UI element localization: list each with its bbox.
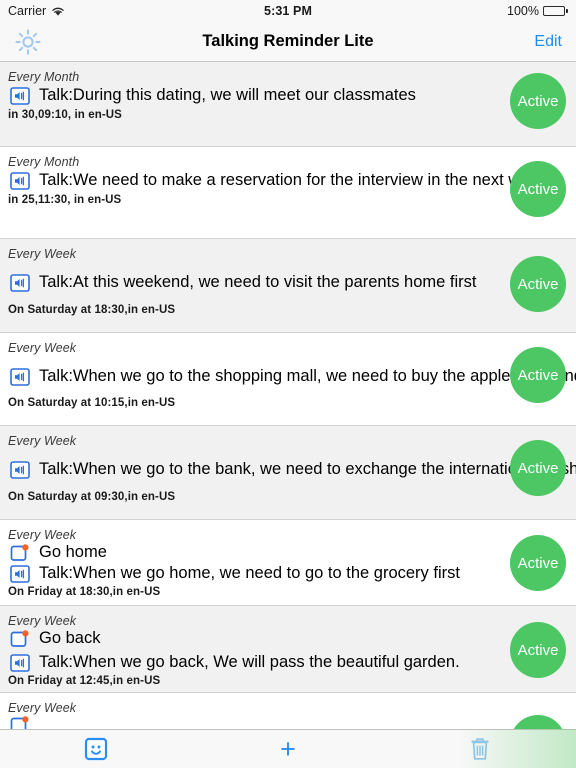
wifi-icon [52, 7, 64, 16]
talk-line: Talk:When we go to the shopping mall, we… [0, 367, 576, 386]
status-badge[interactable]: Active [510, 622, 566, 678]
reminder-row[interactable]: Every Week Go back Talk:When we go back,… [0, 606, 576, 693]
repeat-label: Every Week [8, 434, 77, 448]
status-bar-left: Carrier [8, 4, 65, 18]
status-badge[interactable]: Active [510, 440, 566, 496]
reminder-row[interactable]: Every Week Talk:At this weekend, we need… [0, 239, 576, 333]
plus-icon: + [280, 733, 296, 764]
talk-text: Talk:We need to make a reservation for t… [39, 171, 547, 189]
repeat-label: Every Month [8, 155, 80, 169]
schedule-label: in 30,09:10, in en-US [8, 109, 122, 121]
repeat-label: Every Week [8, 528, 77, 542]
talk-text: Talk:During this dating, we will meet ou… [39, 86, 416, 104]
talk-line: Talk:We need to make a reservation for t… [0, 171, 576, 190]
status-badge[interactable]: Active [510, 256, 566, 312]
schedule-label: in 25,11:30, in en-US [8, 194, 122, 206]
schedule-label: On Saturday at 10:15,in en-US [8, 397, 176, 409]
speaker-icon [10, 564, 30, 583]
gear-icon[interactable] [14, 28, 42, 56]
status-badge[interactable]: Active [510, 535, 566, 591]
reminder-badge-icon [10, 543, 29, 561]
title-line: Go back [0, 629, 576, 648]
talk-line: Talk:At this weekend, we need to visit t… [0, 273, 576, 292]
carrier-label: Carrier [8, 4, 47, 18]
talk-line: Talk:During this dating, we will meet ou… [0, 86, 576, 105]
talk-text: Talk:When we go home, we need to go to t… [39, 564, 460, 582]
add-button[interactable]: + [192, 730, 384, 768]
repeat-label: Every Week [8, 701, 77, 715]
speaker-icon [10, 86, 30, 105]
status-bar: Carrier 5:31 PM 100% [0, 0, 576, 22]
app-screen: Carrier 5:31 PM 100% Talking Reminder Li… [0, 0, 576, 768]
title-line: Go home [0, 543, 576, 562]
schedule-label: On Saturday at 09:30,in en-US [8, 491, 176, 503]
status-bar-right: 100% [507, 4, 568, 18]
status-badge[interactable]: Active [510, 73, 566, 129]
reminder-row[interactable]: Every Month Talk:We need to make a reser… [0, 147, 576, 239]
face-button[interactable] [0, 730, 192, 768]
reminder-row[interactable]: Every Week Go home Talk:When we go home,… [0, 520, 576, 606]
reminder-row[interactable]: Every Week Talk:When we go to the shoppi… [0, 333, 576, 426]
speaker-icon [10, 653, 30, 672]
battery-full-icon [543, 6, 568, 16]
navigation-bar: Talking Reminder Lite Edit [0, 22, 576, 62]
schedule-label: On Friday at 18:30,in en-US [8, 586, 161, 598]
status-bar-time: 5:31 PM [264, 4, 312, 18]
reminder-title: Go home [39, 543, 107, 561]
status-badge[interactable]: Active [510, 347, 566, 403]
speaker-icon [10, 171, 30, 190]
page-title: Talking Reminder Lite [202, 32, 374, 50]
bottom-toolbar: + [0, 729, 576, 768]
delete-button[interactable] [384, 730, 576, 768]
talk-text: Talk:When we go to the shopping mall, we… [39, 367, 576, 385]
smiley-face-icon [84, 737, 108, 761]
talk-text: Talk:At this weekend, we need to visit t… [39, 273, 477, 291]
talk-text: Talk:When we go to the bank, we need to … [39, 460, 576, 478]
speaker-icon [10, 367, 30, 386]
battery-percent-label: 100% [507, 4, 539, 18]
talk-line: Talk:When we go to the bank, we need to … [0, 460, 576, 479]
reminder-row[interactable]: Every Week Talk:When we go to the bank, … [0, 426, 576, 520]
schedule-label: On Friday at 12:45,in en-US [8, 675, 161, 687]
talk-line: Talk:When we go home, we need to go to t… [0, 564, 576, 583]
repeat-label: Every Week [8, 614, 77, 628]
reminder-title: Go back [39, 629, 101, 647]
speaker-icon [10, 273, 30, 292]
talk-text: Talk:When we go back, We will pass the b… [39, 653, 460, 671]
reminder-badge-icon [10, 629, 29, 647]
reminder-row[interactable]: Every Month Talk:During this dating, we … [0, 62, 576, 147]
edit-button[interactable]: Edit [534, 33, 562, 51]
repeat-label: Every Week [8, 341, 77, 355]
speaker-icon [10, 460, 30, 479]
trash-icon [471, 738, 489, 760]
talk-line: Talk:When we go back, We will pass the b… [0, 653, 576, 672]
schedule-label: On Saturday at 18:30,in en-US [8, 304, 176, 316]
status-badge[interactable]: Active [510, 161, 566, 217]
repeat-label: Every Month [8, 70, 80, 84]
reminder-list: Every Month Talk:During this dating, we … [0, 62, 576, 768]
repeat-label: Every Week [8, 247, 77, 261]
